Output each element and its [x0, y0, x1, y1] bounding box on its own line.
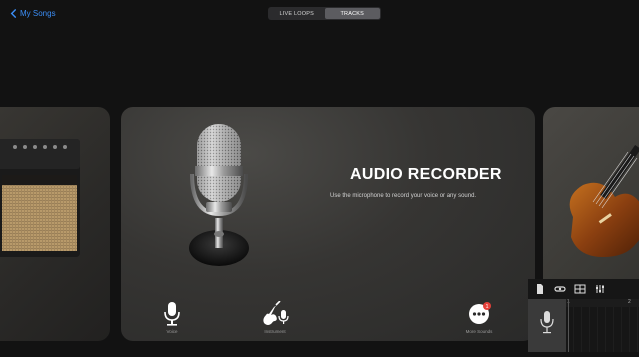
amp-card[interactable]	[0, 107, 110, 341]
more-sounds-label: More Sounds	[465, 329, 493, 334]
card-subtitle: Use the microphone to record your voice …	[330, 193, 477, 199]
track-tools-bar	[528, 279, 639, 299]
chevron-left-icon	[10, 9, 17, 18]
more-sounds-button[interactable]: 1 More Sounds	[465, 301, 493, 334]
instrument-button[interactable]: Instrument	[260, 301, 290, 334]
instrument-label: Instrument	[264, 329, 286, 334]
document-icon[interactable]	[534, 283, 546, 295]
view-segmented-control: LIVE LOOPS TRACKS	[268, 7, 381, 20]
back-to-my-songs-button[interactable]: My Songs	[9, 9, 56, 18]
guitar-mic-icon	[263, 301, 289, 325]
more-icon: 1	[469, 302, 491, 324]
studio-microphone-icon	[189, 124, 249, 266]
mixer-icon[interactable]	[594, 283, 606, 295]
playhead[interactable]	[568, 299, 569, 352]
track-header[interactable]	[528, 299, 566, 352]
amplifier-icon	[0, 139, 80, 257]
loop-icon[interactable]	[554, 283, 566, 295]
tab-tracks[interactable]: TRACKS	[324, 8, 380, 19]
card-title: AUDIO RECORDER	[350, 166, 502, 183]
back-label: My Songs	[20, 9, 56, 18]
tracks-timeline[interactable]: 1 2	[528, 299, 639, 352]
notification-badge: 1	[485, 304, 488, 310]
tab-live-loops[interactable]: LIVE LOOPS	[269, 8, 325, 19]
grid-icon[interactable]	[574, 283, 586, 295]
timeline-ruler[interactable]: 1 2	[566, 299, 639, 307]
microphone-icon	[164, 302, 180, 326]
mic-track-icon	[540, 311, 554, 334]
voice-button[interactable]: Voice	[160, 301, 184, 334]
voice-label: Voice	[166, 329, 178, 334]
track-lane[interactable]	[566, 307, 639, 352]
ruler-bar-2: 2	[628, 299, 631, 305]
